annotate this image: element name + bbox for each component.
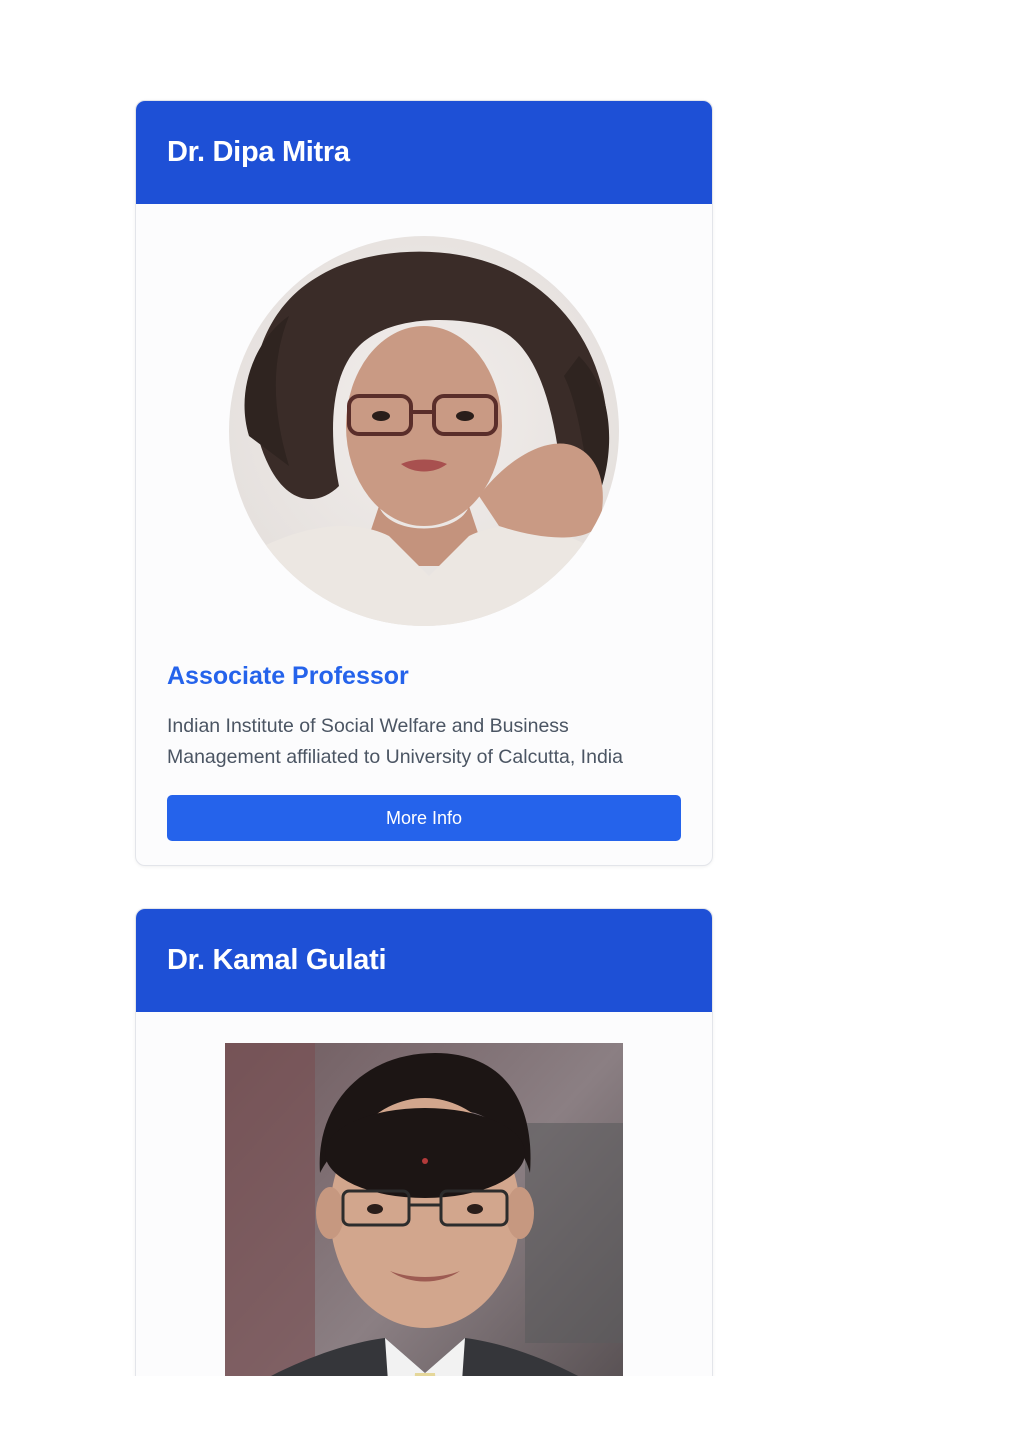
profile-photo — [225, 1043, 623, 1376]
card-body: Associate Professor Indian Institute of … — [136, 662, 712, 841]
more-info-button[interactable]: More Info — [167, 795, 681, 841]
card-header: Dr. Dipa Mitra — [136, 101, 712, 204]
person-affiliation: Indian Institute of Social Welfare and B… — [167, 715, 623, 768]
person-name: Dr. Dipa Mitra — [167, 136, 350, 168]
page: Dr. Dipa Mitra Associate Professor India… — [0, 0, 1024, 1376]
person-name: Dr. Kamal Gulati — [167, 944, 387, 976]
card-header: Dr. Kamal Gulati — [136, 909, 712, 1012]
photo-container — [136, 1012, 712, 1376]
profile-card: Dr. Kamal Gulati — [135, 908, 713, 1376]
profile-photo — [229, 236, 619, 626]
person-role: Associate Professor — [167, 662, 409, 690]
profile-card: Dr. Dipa Mitra Associate Professor India… — [135, 100, 713, 866]
photo-container — [136, 204, 712, 626]
